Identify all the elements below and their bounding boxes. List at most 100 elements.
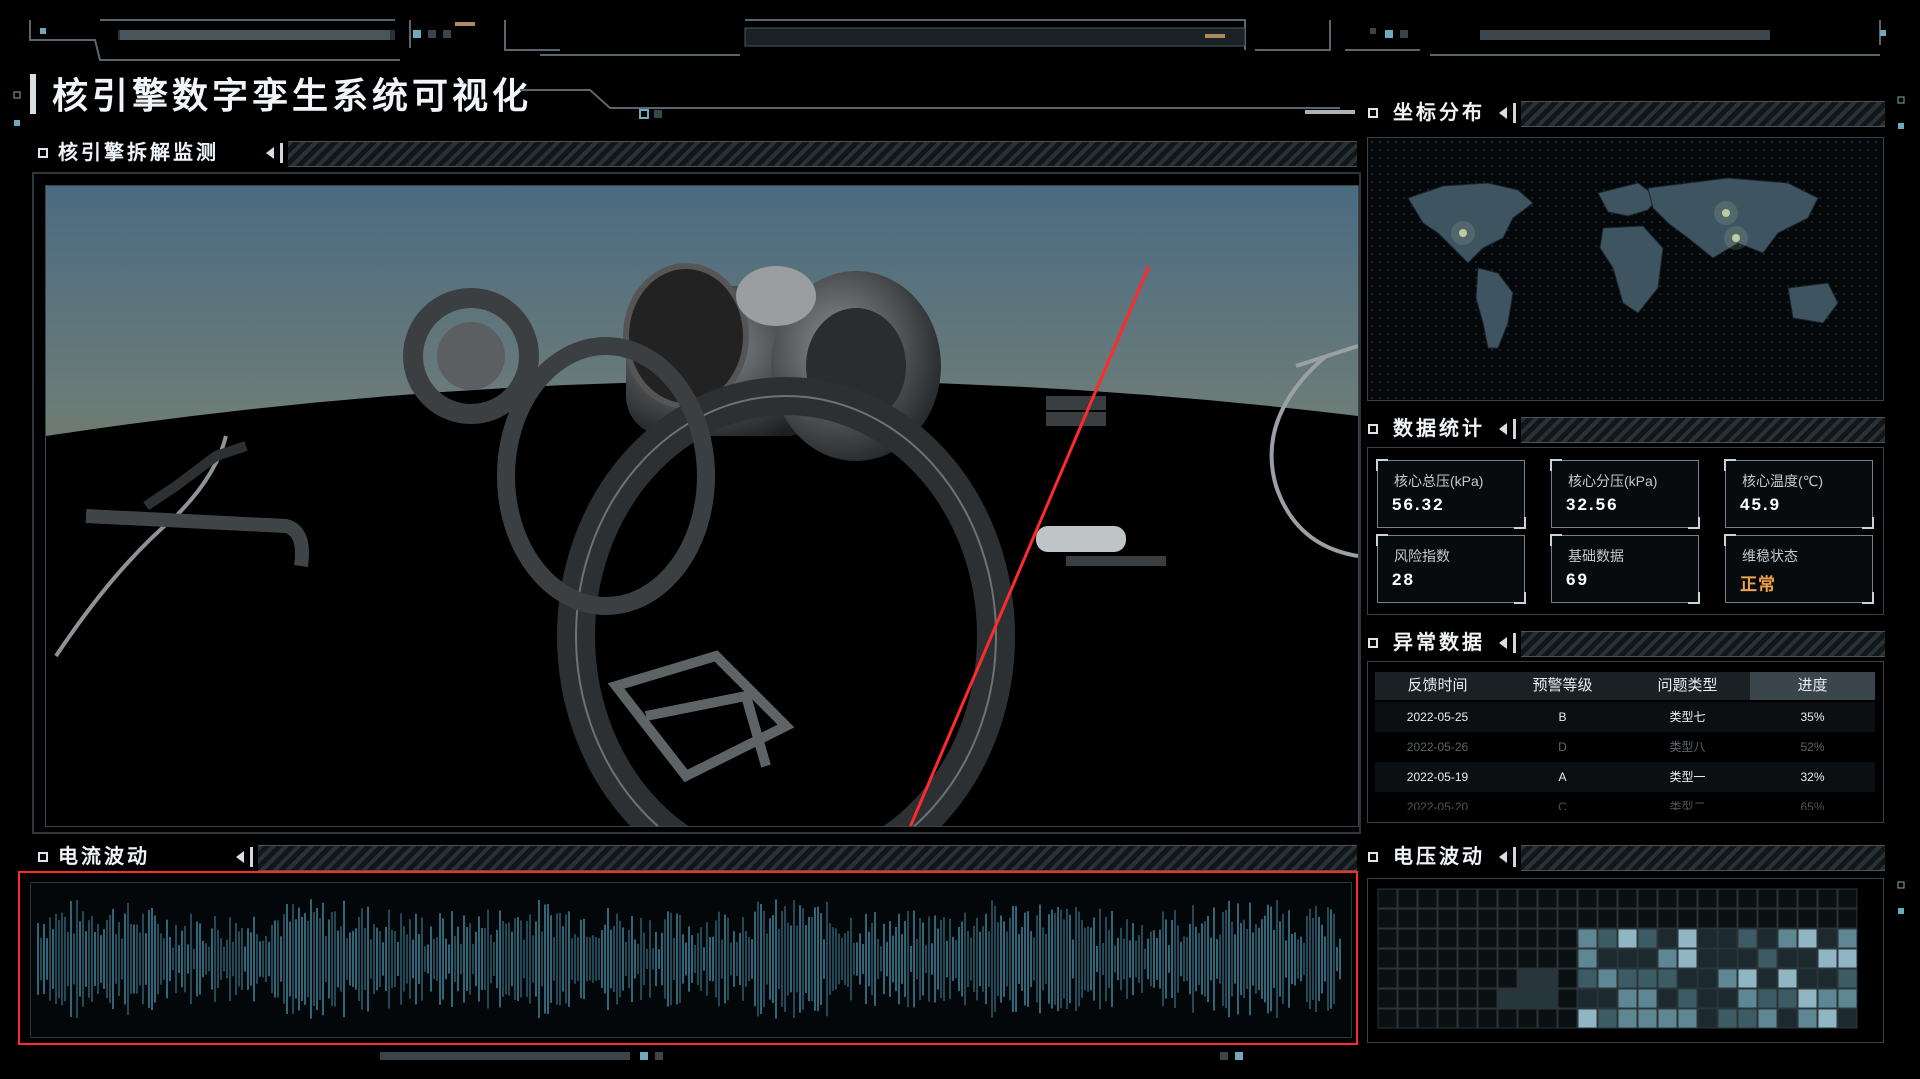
heatmap-cell bbox=[1717, 908, 1738, 929]
heatmap-cell bbox=[1777, 908, 1798, 929]
heading-square-icon bbox=[38, 148, 48, 158]
heatmap-cell bbox=[1737, 948, 1758, 969]
stat-card-risk-index: 风险指数 28 bbox=[1376, 534, 1526, 604]
heatmap-cell bbox=[1477, 948, 1498, 969]
collapse-triangle-icon[interactable] bbox=[1499, 423, 1507, 435]
heatmap-cell bbox=[1417, 948, 1438, 969]
table-row[interactable]: 2022-05-19 A 类型一 32% bbox=[1375, 762, 1875, 792]
heatmap-cell bbox=[1677, 948, 1698, 969]
heatmap-cell bbox=[1697, 888, 1718, 909]
heatmap-cell bbox=[1797, 948, 1818, 969]
heatmap-cell bbox=[1637, 928, 1658, 949]
column-header[interactable]: 预警等级 bbox=[1500, 672, 1625, 700]
heatmap-cell bbox=[1417, 1008, 1438, 1029]
heatmap-cell bbox=[1437, 928, 1458, 949]
heatmap-cell bbox=[1397, 968, 1418, 989]
collapse-triangle-icon[interactable] bbox=[1499, 637, 1507, 649]
heatmap-cell bbox=[1597, 948, 1618, 969]
heatmap-cell bbox=[1437, 908, 1458, 929]
heatmap-cell bbox=[1497, 988, 1518, 1009]
edge-decoration bbox=[1897, 96, 1905, 129]
heading-stripes bbox=[1521, 417, 1885, 443]
heatmap-cell bbox=[1637, 888, 1658, 909]
table-row[interactable]: 2022-05-25 B 类型七 35% bbox=[1375, 702, 1875, 732]
stat-label: 核心温度(℃) bbox=[1742, 473, 1824, 489]
collapse-triangle-icon[interactable] bbox=[1499, 107, 1507, 119]
heatmap-cell bbox=[1677, 888, 1698, 909]
heatmap-cell bbox=[1537, 928, 1558, 949]
heatmap-cell bbox=[1377, 1008, 1398, 1029]
heatmap-cell bbox=[1497, 948, 1518, 969]
heatmap-cell bbox=[1737, 908, 1758, 929]
heatmap-cell bbox=[1577, 968, 1598, 989]
heatmap-cell bbox=[1697, 908, 1718, 929]
table-row[interactable]: 2022-05-20 C 类型二 65% bbox=[1375, 792, 1875, 810]
heatmap-cell bbox=[1677, 988, 1698, 1009]
cell-date: 2022-05-20 bbox=[1406, 800, 1469, 810]
stat-card-core-temperature: 核心温度(℃) 45.9 bbox=[1724, 459, 1874, 529]
heatmap-cell bbox=[1677, 968, 1698, 989]
panel-title-stats: 数据统计 bbox=[1393, 418, 1485, 440]
heatmap-cell bbox=[1397, 988, 1418, 1009]
heading-divider bbox=[280, 143, 283, 163]
column-header-active[interactable]: 进度 bbox=[1750, 672, 1875, 700]
heatmap-cell bbox=[1437, 988, 1458, 1009]
heading-stripes bbox=[1521, 845, 1885, 871]
heatmap-cell bbox=[1657, 888, 1678, 909]
heatmap-cell bbox=[1437, 1008, 1458, 1029]
heatmap-cell bbox=[1717, 988, 1738, 1009]
cell-type: 类型八 bbox=[1669, 740, 1706, 754]
panel-title-coords: 坐标分布 bbox=[1393, 102, 1485, 124]
column-header[interactable]: 反馈时间 bbox=[1375, 672, 1500, 700]
heatmap-cell bbox=[1537, 968, 1558, 989]
heatmap-cell bbox=[1477, 888, 1498, 909]
heatmap-cell bbox=[1757, 928, 1778, 949]
heading-square-icon bbox=[1368, 424, 1378, 434]
heatmap-cell bbox=[1377, 928, 1398, 949]
heatmap-cell bbox=[1617, 908, 1638, 929]
heatmap-cell bbox=[1557, 888, 1578, 909]
world-map-panel[interactable] bbox=[1367, 137, 1884, 401]
stat-card-partial-pressure: 核心分压(kPa) 32.56 bbox=[1550, 459, 1700, 529]
heatmap-cell bbox=[1657, 988, 1678, 1009]
heatmap-cell bbox=[1737, 988, 1758, 1009]
heatmap-cell bbox=[1757, 908, 1778, 929]
heatmap-cell bbox=[1837, 928, 1858, 949]
collapse-triangle-icon[interactable] bbox=[1499, 851, 1507, 863]
heading-stripes bbox=[1521, 101, 1885, 127]
heatmap-cell bbox=[1617, 988, 1638, 1009]
heatmap-cell bbox=[1757, 968, 1778, 989]
heatmap-cell bbox=[1717, 888, 1738, 909]
table-row[interactable]: 2022-05-26 D 类型八 52% bbox=[1375, 732, 1875, 762]
heatmap-cell bbox=[1797, 968, 1818, 989]
heading-square-icon bbox=[1368, 638, 1378, 648]
heatmap-cell bbox=[1557, 988, 1578, 1009]
heatmap-cell bbox=[1837, 948, 1858, 969]
heatmap-cell bbox=[1677, 908, 1698, 929]
engine-3d-viewport[interactable] bbox=[45, 185, 1359, 827]
heatmap-cell bbox=[1777, 948, 1798, 969]
title-accent-bar bbox=[30, 74, 36, 114]
heatmap-cell bbox=[1437, 968, 1458, 989]
panel-heading-voltage: 电压波动 bbox=[1365, 843, 1885, 871]
heatmap-cell bbox=[1777, 988, 1798, 1009]
heatmap-cell bbox=[1517, 968, 1538, 989]
collapse-triangle-icon[interactable] bbox=[236, 851, 244, 863]
footer-decoration bbox=[380, 1052, 1243, 1060]
heatmap-cell bbox=[1577, 928, 1598, 949]
heatmap-cell bbox=[1377, 988, 1398, 1009]
world-map[interactable] bbox=[1368, 138, 1883, 400]
heatmap-cell bbox=[1477, 988, 1498, 1009]
collapse-triangle-icon[interactable] bbox=[266, 147, 274, 159]
heatmap-cell bbox=[1557, 968, 1578, 989]
highlight-selection-box bbox=[18, 871, 1358, 1045]
status-value: 正常 bbox=[1740, 575, 1776, 594]
heatmap-cell bbox=[1517, 988, 1538, 1009]
column-header[interactable]: 问题类型 bbox=[1625, 672, 1750, 700]
heatmap-cell bbox=[1837, 1008, 1858, 1029]
heatmap-cell bbox=[1497, 908, 1518, 929]
stat-label: 风险指数 bbox=[1394, 548, 1450, 564]
heatmap-cell bbox=[1817, 948, 1838, 969]
heatmap-cell bbox=[1577, 948, 1598, 969]
header-decoration bbox=[29, 19, 1886, 61]
